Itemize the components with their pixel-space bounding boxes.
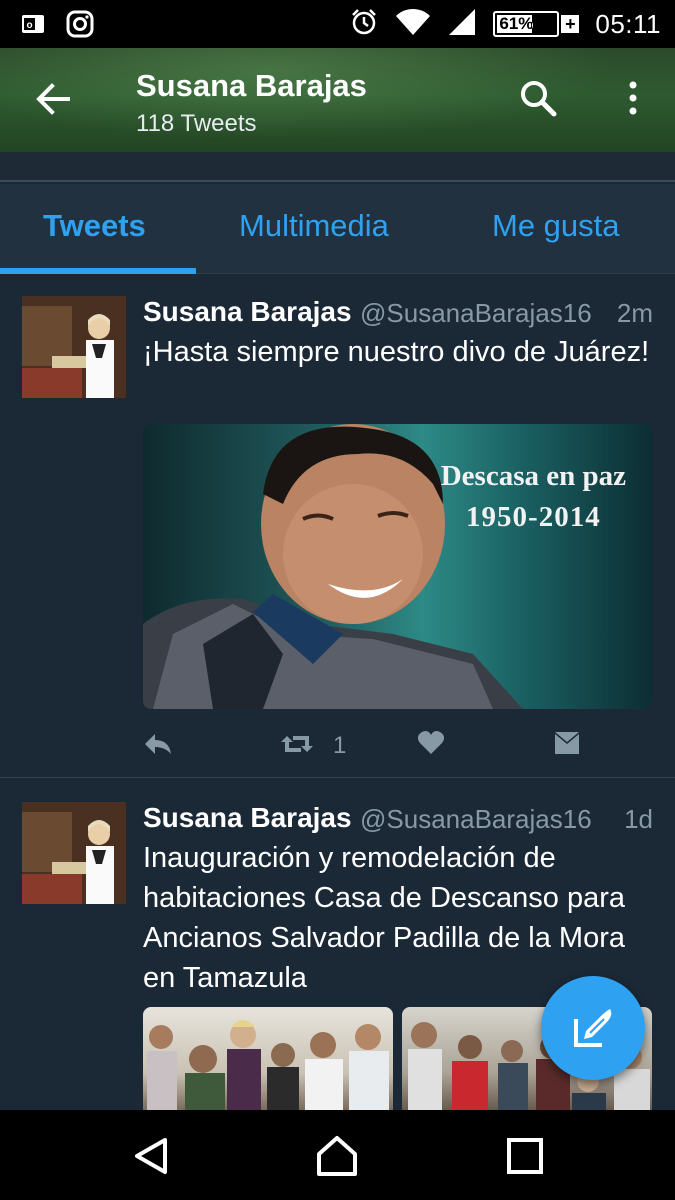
nav-recents-button[interactable]: [503, 1134, 547, 1178]
retweet-count: 1: [333, 732, 347, 759]
retweet-icon: [281, 736, 313, 752]
tweet-timestamp: 2m: [616, 298, 653, 328]
avatar[interactable]: [22, 296, 126, 398]
heart-icon: [417, 731, 445, 754]
tweet-divider: [0, 777, 675, 778]
tweet-actions: 1: [143, 726, 652, 766]
compose-tweet-button[interactable]: [541, 976, 645, 1080]
tweet-media-image[interactable]: Descasa en paz 1950-2014: [143, 424, 652, 709]
image-caption: Descasa en paz 1950-2014: [441, 460, 626, 534]
envelope-icon: [555, 732, 579, 754]
charging-icon: +: [561, 15, 580, 33]
tweet-timestamp: 1d: [624, 804, 653, 834]
avatar[interactable]: [22, 802, 126, 904]
battery-indicator: 61% +: [493, 11, 580, 37]
tweet-item[interactable]: Susana Barajas @SusanaBarajas16 2m ¡Hast…: [0, 296, 675, 776]
direct-message-button[interactable]: [553, 730, 581, 761]
retweet-button[interactable]: [279, 730, 315, 763]
wifi-icon: [395, 8, 431, 41]
system-navigation-bar: [0, 1110, 675, 1200]
nav-home-button[interactable]: [315, 1134, 359, 1178]
like-button[interactable]: [417, 730, 445, 761]
active-tab-indicator: [0, 268, 196, 274]
reply-button[interactable]: [143, 730, 173, 763]
more-vertical-icon: [629, 81, 637, 115]
triangle-back-icon: [135, 1138, 167, 1174]
profile-header: Susana Barajas 118 Tweets: [0, 48, 675, 152]
tweet-author-name[interactable]: Susana Barajas: [143, 296, 352, 328]
tab-likes[interactable]: Me gusta: [492, 208, 620, 244]
tweet-author-name[interactable]: Susana Barajas: [143, 802, 352, 834]
profile-tabs: Tweets Multimedia Me gusta: [0, 184, 675, 274]
tweet-text: ¡Hasta siempre nuestro divo de Juárez!: [143, 336, 650, 368]
page-title: Susana Barajas: [136, 68, 367, 103]
tweet-media-image[interactable]: [143, 1007, 393, 1117]
home-icon: [317, 1136, 357, 1176]
tab-multimedia[interactable]: Multimedia: [239, 208, 389, 244]
more-options-button[interactable]: [618, 78, 648, 118]
alarm-icon: [349, 7, 379, 42]
search-button[interactable]: [518, 78, 558, 118]
reply-icon: [145, 734, 171, 754]
nav-back-button[interactable]: [129, 1134, 173, 1178]
compose-icon: [574, 1009, 612, 1047]
svg-text:o: o: [26, 20, 32, 31]
search-icon: [521, 81, 557, 117]
square-recents-icon: [507, 1138, 543, 1174]
clock: 05:11: [595, 8, 661, 39]
tweet-author-handle: @SusanaBarajas16: [360, 298, 592, 328]
tab-tweets[interactable]: Tweets: [43, 208, 146, 244]
status-bar: o 61% + 05:11: [0, 0, 675, 48]
image-caption-line1: Descasa en paz: [440, 460, 626, 492]
signal-icon: [447, 7, 477, 42]
back-button[interactable]: [28, 74, 78, 124]
tweet-count: 118 Tweets: [136, 110, 257, 137]
tweet-author-handle: @SusanaBarajas16: [360, 804, 592, 834]
header-divider: [0, 152, 675, 182]
image-caption-line2: 1950-2014: [466, 501, 601, 533]
instagram-icon: [66, 10, 94, 43]
outlook-icon: o: [20, 11, 46, 42]
battery-percent: 61%: [499, 14, 534, 33]
back-arrow-icon: [36, 83, 70, 115]
tweet-text: Inauguración y remodelación de habitacio…: [143, 842, 626, 994]
